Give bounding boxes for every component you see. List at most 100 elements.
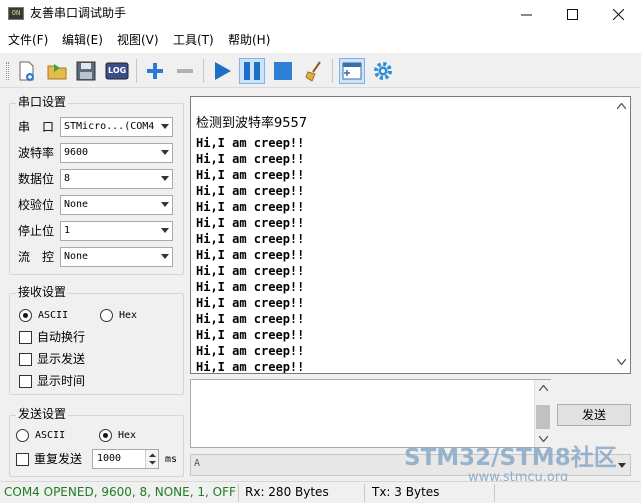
send-text-area[interactable] [190, 379, 551, 448]
chevron-down-icon [161, 254, 169, 259]
scroll-up-icon [617, 103, 626, 109]
log-label: LOG [108, 66, 127, 75]
plus-icon [147, 63, 163, 79]
toolbar: LOG [0, 53, 641, 88]
status-separator [494, 484, 495, 502]
chevron-down-icon [161, 176, 169, 181]
send-settings-title: 发送设置 [16, 407, 69, 422]
chevron-down-icon [161, 124, 169, 129]
menu-view[interactable]: 视图(V) [117, 33, 159, 48]
toolbar-separator [332, 59, 333, 83]
maximize-icon [566, 8, 578, 20]
stop-button[interactable] [270, 58, 296, 84]
receive-line: Hi,I am creep!! [196, 216, 305, 230]
scroll-thumb[interactable] [536, 405, 550, 429]
port-label: 串 口 [18, 120, 55, 134]
chevron-down-icon [161, 150, 169, 155]
receive-line: Hi,I am creep!! [196, 344, 305, 358]
repeat-interval-spinner[interactable]: 1000 [92, 449, 159, 469]
scroll-up-icon [539, 385, 548, 391]
broom-icon [305, 61, 321, 82]
repeat-send-label: 重复发送 [34, 452, 83, 466]
stopbits-label: 停止位 [18, 224, 55, 238]
minimize-button[interactable] [503, 0, 549, 28]
clear-button[interactable] [302, 58, 328, 84]
receive-scrollbar[interactable] [613, 97, 630, 373]
add-button[interactable] [142, 58, 168, 84]
show-send-checkbox[interactable] [19, 353, 32, 366]
show-time-checkbox[interactable] [19, 375, 32, 388]
receive-line: Hi,I am creep!! [196, 248, 305, 262]
databits-select[interactable]: 8 [60, 169, 173, 189]
flow-select[interactable]: None [60, 247, 173, 267]
status-separator [238, 484, 239, 502]
chevron-down-icon [161, 228, 169, 233]
port-status: COM4 OPENED, 9600, 8, NONE, 1, OFF [4, 485, 236, 499]
maximize-button[interactable] [549, 0, 595, 28]
open-button[interactable] [44, 58, 70, 84]
send-scrollbar[interactable] [534, 380, 551, 447]
receive-settings-group [9, 293, 184, 395]
receive-line: Hi,I am creep!! [196, 312, 305, 326]
receive-ascii-radio[interactable] [19, 309, 32, 322]
layout-button[interactable] [339, 58, 365, 84]
receive-text-area[interactable]: 检测到波特率9557 Hi,I am creep!! Hi,I am creep!… [190, 96, 631, 374]
baud-value: 9600 [64, 147, 89, 158]
save-button[interactable] [73, 58, 99, 84]
menu-help[interactable]: 帮助(H) [228, 33, 270, 48]
remove-button[interactable] [172, 58, 198, 84]
tx-counter: Tx: 3 Bytes [372, 485, 440, 499]
menu-file[interactable]: 文件(F) [8, 33, 48, 48]
chevron-down-icon[interactable] [618, 463, 626, 468]
repeat-send-checkbox[interactable] [16, 453, 29, 466]
new-button[interactable] [14, 58, 40, 84]
receive-line: Hi,I am creep!! [196, 136, 305, 150]
receive-hex-label: Hex [119, 310, 138, 321]
send-button[interactable]: 发送 [557, 404, 631, 426]
gear-icon [374, 62, 392, 80]
menu-edit[interactable]: 编辑(E) [62, 33, 103, 48]
receive-line: Hi,I am creep!! [196, 328, 305, 342]
pause-icon [244, 62, 260, 80]
interval-unit: ms [165, 454, 178, 465]
receive-line: Hi,I am creep!! [196, 184, 305, 198]
toolbar-separator [136, 59, 137, 83]
show-send-label: 显示发送 [37, 352, 86, 366]
flow-label: 流 控 [18, 250, 55, 264]
send-hex-radio[interactable] [99, 429, 112, 442]
databits-value: 8 [64, 173, 71, 184]
settings-button[interactable] [370, 58, 396, 84]
flow-value: None [64, 251, 89, 262]
watermark-logo: STM32/STM8社区 [404, 445, 617, 471]
title-bar: ON 友善串口调试助手 [0, 0, 641, 28]
menu-tools[interactable]: 工具(T) [173, 33, 214, 48]
window-layout-icon [342, 62, 362, 80]
baud-select[interactable]: 9600 [60, 143, 173, 163]
rx-counter: Rx: 280 Bytes [245, 485, 329, 499]
port-value: STMicro...(COM4 [64, 121, 154, 132]
receive-line: Hi,I am creep!! [196, 360, 305, 374]
spinner-arrows-icon [149, 453, 156, 465]
baud-label: 波特率 [18, 146, 55, 160]
scroll-down-icon [617, 359, 626, 365]
receive-hex-radio[interactable] [100, 309, 113, 322]
log-button[interactable]: LOG [104, 58, 130, 84]
close-button[interactable] [595, 0, 641, 28]
baud-detect-line: 检测到波特率9557 [196, 116, 308, 131]
parity-select[interactable]: None [60, 195, 173, 215]
receive-line: Hi,I am creep!! [196, 152, 305, 166]
window-title: 友善串口调试助手 [30, 6, 127, 20]
auto-wrap-checkbox[interactable] [19, 331, 32, 344]
repeat-interval-value: 1000 [97, 453, 122, 464]
pause-button[interactable] [239, 58, 265, 84]
receive-line: Hi,I am creep!! [196, 232, 305, 246]
spinner-buttons[interactable] [145, 450, 158, 468]
port-select[interactable]: STMicro...(COM4 [60, 117, 173, 137]
chevron-down-icon [161, 202, 169, 207]
send-ascii-radio[interactable] [16, 429, 29, 442]
receive-settings-title: 接收设置 [16, 285, 69, 300]
history-value: A [194, 458, 201, 469]
start-button[interactable] [209, 58, 235, 84]
toolbar-separator [203, 59, 204, 83]
stopbits-select[interactable]: 1 [60, 221, 173, 241]
